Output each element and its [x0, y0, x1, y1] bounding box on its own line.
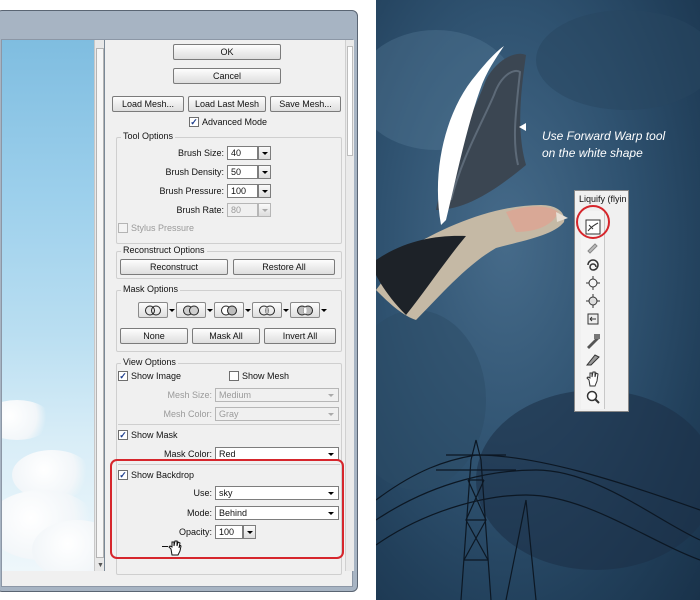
bloat-icon[interactable] — [585, 293, 601, 309]
mask-invert-icon — [297, 305, 313, 316]
brush-size-dropdown-icon[interactable] — [258, 146, 271, 160]
tool-column — [581, 211, 605, 409]
chevron-down-icon[interactable] — [169, 305, 175, 315]
mask-options-title: Mask Options — [121, 284, 181, 294]
mesh-size-select: Medium — [215, 388, 339, 402]
brush-density-label: Brush Density: — [165, 167, 224, 177]
chevron-down-icon[interactable] — [321, 305, 327, 315]
brush-size-label: Brush Size: — [177, 148, 224, 158]
stylus-pressure-label: Stylus Pressure — [131, 223, 195, 233]
callout-line-1: Use Forward Warp tool — [542, 129, 666, 143]
mask-replace-icon — [145, 305, 161, 316]
hand-icon[interactable] — [585, 371, 601, 387]
mask-add-button[interactable] — [176, 302, 206, 318]
mask-add-icon — [183, 305, 199, 316]
brush-pressure-dropdown-icon[interactable] — [258, 184, 271, 198]
chevron-down-icon[interactable] — [207, 305, 213, 315]
mask-invert-button[interactable] — [290, 302, 320, 318]
callout-line-2: on the white shape — [542, 146, 643, 160]
forward-warp-highlight-circle — [576, 205, 610, 239]
view-options-title: View Options — [121, 357, 178, 367]
show-image-label: Show Image — [131, 371, 182, 381]
push-left-icon[interactable] — [585, 311, 601, 327]
restore-all-button[interactable]: Restore All — [233, 259, 335, 275]
zoom-icon[interactable] — [585, 389, 601, 405]
scrollbar-thumb[interactable] — [96, 48, 104, 558]
mask-subtract-icon — [221, 305, 237, 316]
brush-density-dropdown-icon[interactable] — [258, 165, 271, 179]
mask-replace-button[interactable] — [138, 302, 168, 318]
brush-rate-dropdown-icon — [258, 203, 271, 217]
twirl-clockwise-icon[interactable] — [585, 257, 601, 273]
advanced-mode-label: Advanced Mode — [202, 117, 268, 127]
brush-rate-field: 80 — [227, 203, 258, 217]
divider — [118, 424, 340, 425]
load-last-mesh-button[interactable]: Load Last Mesh — [188, 96, 266, 112]
cancel-button[interactable]: Cancel — [173, 68, 281, 84]
freeze-mask-icon[interactable] — [585, 333, 601, 349]
chevron-down-icon[interactable] — [283, 305, 289, 315]
panel-scrollbar-thumb[interactable] — [347, 46, 353, 156]
liquify-dialog-screenshot: ▼ OK Cancel Load Mesh... Load Last Mesh … — [0, 0, 362, 600]
mask-intersect-icon — [259, 305, 275, 316]
brush-pressure-label: Brush Pressure: — [159, 186, 224, 196]
mask-none-button[interactable]: None — [120, 328, 188, 344]
mesh-color-select: Gray — [215, 407, 339, 421]
preview-scrollbar[interactable]: ▼ — [94, 40, 104, 571]
ok-button[interactable]: OK — [173, 44, 281, 60]
show-mask-label: Show Mask — [131, 430, 178, 440]
panel-scrollbar[interactable] — [345, 40, 354, 571]
save-mesh-button[interactable]: Save Mesh... — [270, 96, 341, 112]
stylus-pressure-checkbox — [118, 223, 128, 233]
load-mesh-button[interactable]: Load Mesh... — [112, 96, 184, 112]
cloud — [2, 400, 52, 440]
brush-size-field[interactable]: 40 — [227, 146, 258, 160]
invert-all-button[interactable]: Invert All — [264, 328, 336, 344]
advanced-mode-checkbox[interactable]: ✓ — [189, 117, 199, 127]
brush-rate-label: Brush Rate: — [176, 205, 224, 215]
mask-all-button[interactable]: Mask All — [192, 328, 260, 344]
show-mesh-label: Show Mesh — [242, 371, 290, 381]
mask-intersect-button[interactable] — [252, 302, 282, 318]
show-mesh-checkbox[interactable] — [229, 371, 239, 381]
canvas-artwork — [376, 10, 700, 600]
image-preview[interactable]: ▼ — [2, 40, 105, 571]
reconstruct-options-title: Reconstruct Options — [121, 245, 207, 255]
reconstruct-button[interactable]: Reconstruct — [120, 259, 228, 275]
tool-panel-title: Liquify (flyin — [579, 194, 627, 204]
mask-subtract-button[interactable] — [214, 302, 244, 318]
chevron-down-icon[interactable] — [245, 305, 251, 315]
reconstruct-tool-icon[interactable] — [585, 239, 601, 255]
backdrop-highlight-box — [110, 459, 344, 559]
tool-options-title: Tool Options — [121, 131, 176, 141]
thaw-mask-icon[interactable] — [585, 351, 601, 367]
canvas-area[interactable]: Use Forward Warp tool on the white shape… — [376, 0, 700, 600]
pucker-icon[interactable] — [585, 275, 601, 291]
show-mask-checkbox[interactable]: ✓ — [118, 430, 128, 440]
mesh-size-label: Mesh Size: — [167, 390, 212, 400]
mask-color-label: Mask Color: — [163, 449, 212, 459]
scroll-down-icon[interactable]: ▼ — [97, 562, 104, 569]
brush-pressure-field[interactable]: 100 — [227, 184, 258, 198]
mesh-color-label: Mesh Color: — [163, 409, 212, 419]
show-image-checkbox[interactable]: ✓ — [118, 371, 128, 381]
brush-density-field[interactable]: 50 — [227, 165, 258, 179]
